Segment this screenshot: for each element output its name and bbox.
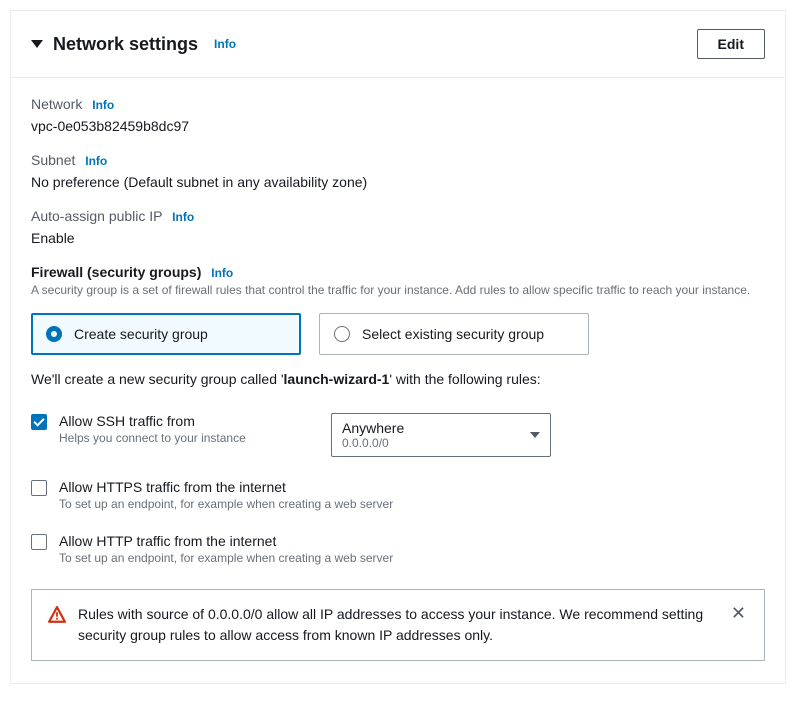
public-ip-field: Auto-assign public IP Info Enable <box>31 208 765 246</box>
public-ip-value: Enable <box>31 230 765 246</box>
allow-http-label: Allow HTTP traffic from the internet <box>59 533 765 549</box>
allow-ssh-checkbox[interactable] <box>31 414 47 430</box>
radio-icon <box>334 326 350 342</box>
ssh-source-dropdown[interactable]: Anywhere 0.0.0.0/0 <box>331 413 551 457</box>
existing-sg-label: Select existing security group <box>362 326 544 342</box>
allow-ssh-desc: Helps you connect to your instance <box>59 431 291 445</box>
panel-header: Network settings Info Edit <box>11 11 785 78</box>
http-rule-row: Allow HTTP traffic from the internet To … <box>31 533 765 565</box>
select-existing-security-group-radio[interactable]: Select existing security group <box>319 313 589 355</box>
subnet-value: No preference (Default subnet in any ava… <box>31 174 765 190</box>
create-msg-name: launch-wizard-1 <box>284 371 390 387</box>
panel-title: Network settings <box>53 34 198 55</box>
create-sg-message: We'll create a new security group called… <box>31 371 765 387</box>
public-ip-label: Auto-assign public IP <box>31 208 162 224</box>
create-security-group-radio[interactable]: Create security group <box>31 313 301 355</box>
firewall-info-link[interactable]: Info <box>211 266 233 280</box>
allow-https-label: Allow HTTPS traffic from the internet <box>59 479 765 495</box>
firewall-field: Firewall (security groups) Info A securi… <box>31 264 765 387</box>
network-info-link[interactable]: Info <box>92 98 114 112</box>
radio-icon <box>46 326 62 342</box>
alert-text: Rules with source of 0.0.0.0/0 allow all… <box>78 604 717 646</box>
open-source-warning-alert: Rules with source of 0.0.0.0/0 allow all… <box>31 589 765 661</box>
allow-https-desc: To set up an endpoint, for example when … <box>59 497 765 511</box>
allow-http-checkbox[interactable] <box>31 534 47 550</box>
subnet-field: Subnet Info No preference (Default subne… <box>31 152 765 190</box>
edit-button[interactable]: Edit <box>697 29 765 59</box>
subnet-label: Subnet <box>31 152 75 168</box>
ssh-dropdown-main: Anywhere <box>342 420 404 436</box>
collapse-caret-icon[interactable] <box>31 40 43 48</box>
network-settings-panel: Network settings Info Edit Network Info … <box>10 10 786 684</box>
public-ip-info-link[interactable]: Info <box>172 210 194 224</box>
https-rule-row: Allow HTTPS traffic from the internet To… <box>31 479 765 511</box>
create-sg-label: Create security group <box>74 326 208 342</box>
allow-ssh-label: Allow SSH traffic from <box>59 413 291 429</box>
panel-body: Network Info vpc-0e053b82459b8dc97 Subne… <box>11 78 785 683</box>
header-info-link[interactable]: Info <box>214 37 236 51</box>
panel-title-wrap[interactable]: Network settings Info <box>31 34 236 55</box>
create-msg-suffix: ' with the following rules: <box>389 371 540 387</box>
warning-icon <box>48 606 66 627</box>
ssh-rule-row: Allow SSH traffic from Helps you connect… <box>31 413 765 457</box>
firewall-label: Firewall (security groups) <box>31 264 201 280</box>
ssh-dropdown-sub: 0.0.0.0/0 <box>342 436 404 450</box>
network-field: Network Info vpc-0e053b82459b8dc97 <box>31 96 765 134</box>
network-label: Network <box>31 96 82 112</box>
firewall-desc: A security group is a set of firewall ru… <box>31 282 765 299</box>
security-group-radio-row: Create security group Select existing se… <box>31 313 765 355</box>
allow-https-checkbox[interactable] <box>31 480 47 496</box>
chevron-down-icon <box>530 432 540 438</box>
subnet-info-link[interactable]: Info <box>85 154 107 168</box>
allow-http-desc: To set up an endpoint, for example when … <box>59 551 765 565</box>
create-msg-prefix: We'll create a new security group called… <box>31 371 284 387</box>
close-icon[interactable]: ✕ <box>729 604 748 622</box>
network-value: vpc-0e053b82459b8dc97 <box>31 118 765 134</box>
